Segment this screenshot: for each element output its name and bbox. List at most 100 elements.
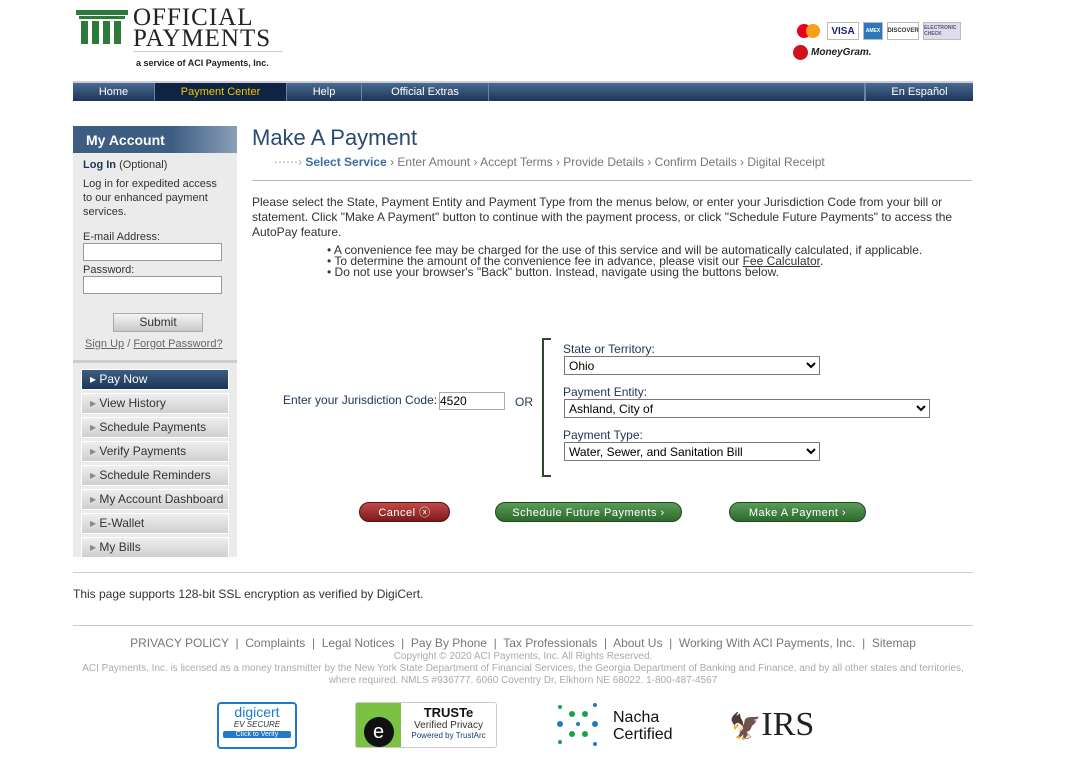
schedule-future-payments-button[interactable]: Schedule Future Payments › [495, 502, 682, 522]
logo-columns-icon [76, 10, 128, 44]
menu-verify-payments[interactable]: ▸ Verify Payments [81, 441, 229, 462]
divider [73, 625, 973, 626]
logo-tagline: a service of ACI Payments, Inc. [136, 58, 269, 68]
divider [73, 360, 237, 363]
email-field[interactable] [83, 243, 222, 261]
button-label: Cancel [378, 507, 416, 519]
menu-label: Schedule Payments [99, 420, 207, 434]
top-nav: Home Payment Center Help Official Extras… [73, 81, 973, 101]
intro-text: Please select the State, Payment Entity … [252, 195, 953, 239]
menu-label: Verify Payments [99, 444, 187, 458]
divider [252, 180, 972, 181]
truste-icon: e [356, 703, 401, 747]
menu-schedule-reminders[interactable]: ▸ Schedule Reminders [81, 465, 229, 486]
submit-button[interactable]: Submit [113, 313, 203, 332]
menu-label: My Account Dashboard [99, 492, 224, 506]
cancel-button[interactable]: Cancel ⓧ [359, 502, 450, 522]
sitemap-link[interactable]: Sitemap [872, 636, 916, 650]
logo[interactable]: OFFICIAL PAYMENTS [133, 5, 271, 51]
login-heading: Log In [83, 159, 116, 171]
truste-badge[interactable]: e TRUSTe Verified Privacy Powered by Trust… [355, 702, 497, 748]
close-icon: ⓧ [419, 507, 431, 519]
menu-label: View History [99, 396, 166, 410]
note-back: • Do not use your browser's "Back" butto… [327, 265, 779, 279]
sign-up-link[interactable]: Sign Up [85, 338, 124, 350]
visa-icon: VISA [827, 22, 859, 40]
step: Accept Terms [480, 155, 553, 169]
menu-pay-now[interactable]: ▸ Pay Now [81, 369, 229, 390]
footer-links: PRIVACY POLICY | Complaints | Legal Noti… [130, 636, 916, 650]
working-with-aci-link[interactable]: Working With ACI Payments, Inc. [679, 636, 856, 650]
or-label: OR [515, 395, 533, 409]
nacha-logo: Nacha Certified [613, 709, 673, 743]
menu-account-dashboard[interactable]: ▸ My Account Dashboard [81, 489, 229, 510]
ssl-note: This page supports 128-bit SSL encryptio… [73, 587, 424, 601]
menu-label: Schedule Reminders [99, 468, 211, 482]
email-label: E-mail Address: [83, 231, 161, 243]
divider [133, 51, 283, 52]
tax-professionals-link[interactable]: Tax Professionals [503, 636, 597, 650]
step: Provide Details [563, 155, 644, 169]
menu-view-history[interactable]: ▸ View History [81, 393, 229, 414]
copyright: Copyright © 2020 ACI Payments, Inc. All … [393, 651, 653, 662]
about-us-link[interactable]: About Us [613, 636, 662, 650]
page-title: Make A Payment [252, 125, 418, 150]
truste-text: TRUSTe [423, 705, 474, 720]
menu-schedule-payments[interactable]: ▸ Schedule Payments [81, 417, 229, 438]
nacha-dots-icon [557, 703, 598, 746]
make-a-payment-button[interactable]: Make A Payment › [729, 502, 866, 522]
nav-help[interactable]: Help [287, 83, 362, 101]
bracket [542, 338, 551, 477]
divider [73, 572, 973, 573]
step: Enter Amount [397, 155, 471, 169]
arrow-icon: › [841, 507, 847, 519]
complaints-link[interactable]: Complaints [245, 636, 305, 650]
verified-privacy-text: Verified Privacy [414, 720, 483, 731]
menu-my-bills[interactable]: ▸ My Bills [81, 537, 229, 558]
menu-label: My Bills [99, 540, 141, 554]
payment-type-select[interactable]: Water, Sewer, and Sanitation Bill [564, 442, 820, 461]
login-description: Log in for expedited access to our enhan… [83, 178, 217, 218]
mastercard-icon [793, 22, 823, 40]
digicert-badge[interactable]: digicert EV SECURE Click to Verify [217, 702, 297, 749]
step: Confirm Details [654, 155, 737, 169]
breadcrumb: ⋯⋯› Select Service › Enter Amount › Acce… [274, 155, 825, 169]
legal-notices-link[interactable]: Legal Notices [322, 636, 395, 650]
menu-label: E-Wallet [99, 516, 145, 530]
nav-official-extras[interactable]: Official Extras [362, 83, 489, 101]
nav-payment-center[interactable]: Payment Center [155, 83, 287, 101]
nav-spacer [489, 83, 865, 101]
nav-en-espanol[interactable]: En Español [865, 83, 973, 101]
step: Digital Receipt [747, 155, 825, 169]
state-select[interactable]: Ohio [564, 356, 820, 375]
forgot-password-link[interactable]: Forgot Password? [133, 338, 222, 350]
step-select-service: Select Service [305, 155, 387, 169]
payment-entity-select[interactable]: Ashland, City of [564, 399, 930, 418]
moneygram-logo: MoneyGram. [793, 45, 872, 60]
arrow-icon: › [660, 507, 665, 519]
button-label: Schedule Future Payments [512, 507, 657, 519]
nacha-text: Nacha [613, 709, 660, 726]
ev-secure-text: EV SECURE [233, 720, 281, 729]
password-label: Password: [83, 264, 135, 276]
jurisdiction-code-input[interactable] [439, 392, 505, 410]
jurisdiction-label: Enter your Jurisdiction Code: [283, 393, 438, 407]
button-label: Make A Payment [748, 507, 839, 519]
menu-label: Pay Now [99, 372, 148, 386]
menu-e-wallet[interactable]: ▸ E-Wallet [81, 513, 229, 534]
irs-logo: 🦅IRS [729, 708, 814, 744]
optional-label: (Optional) [119, 159, 168, 171]
certified-text: Certified [613, 726, 673, 743]
irs-eagle-icon: 🦅 [729, 712, 762, 741]
irs-text: IRS [761, 706, 815, 743]
entity-label: Payment Entity: [563, 385, 648, 399]
nav-home[interactable]: Home [73, 83, 155, 101]
password-field[interactable] [83, 276, 222, 294]
pay-by-phone-link[interactable]: Pay By Phone [411, 636, 487, 650]
click-to-verify: Click to Verify [223, 731, 291, 738]
digicert-text: digicert [234, 704, 280, 720]
echeck-icon: ELECTRONIC CHECK [923, 22, 961, 40]
type-label: Payment Type: [563, 428, 643, 442]
privacy-policy-link[interactable]: PRIVACY POLICY [130, 636, 229, 650]
note-end: . [819, 254, 824, 268]
